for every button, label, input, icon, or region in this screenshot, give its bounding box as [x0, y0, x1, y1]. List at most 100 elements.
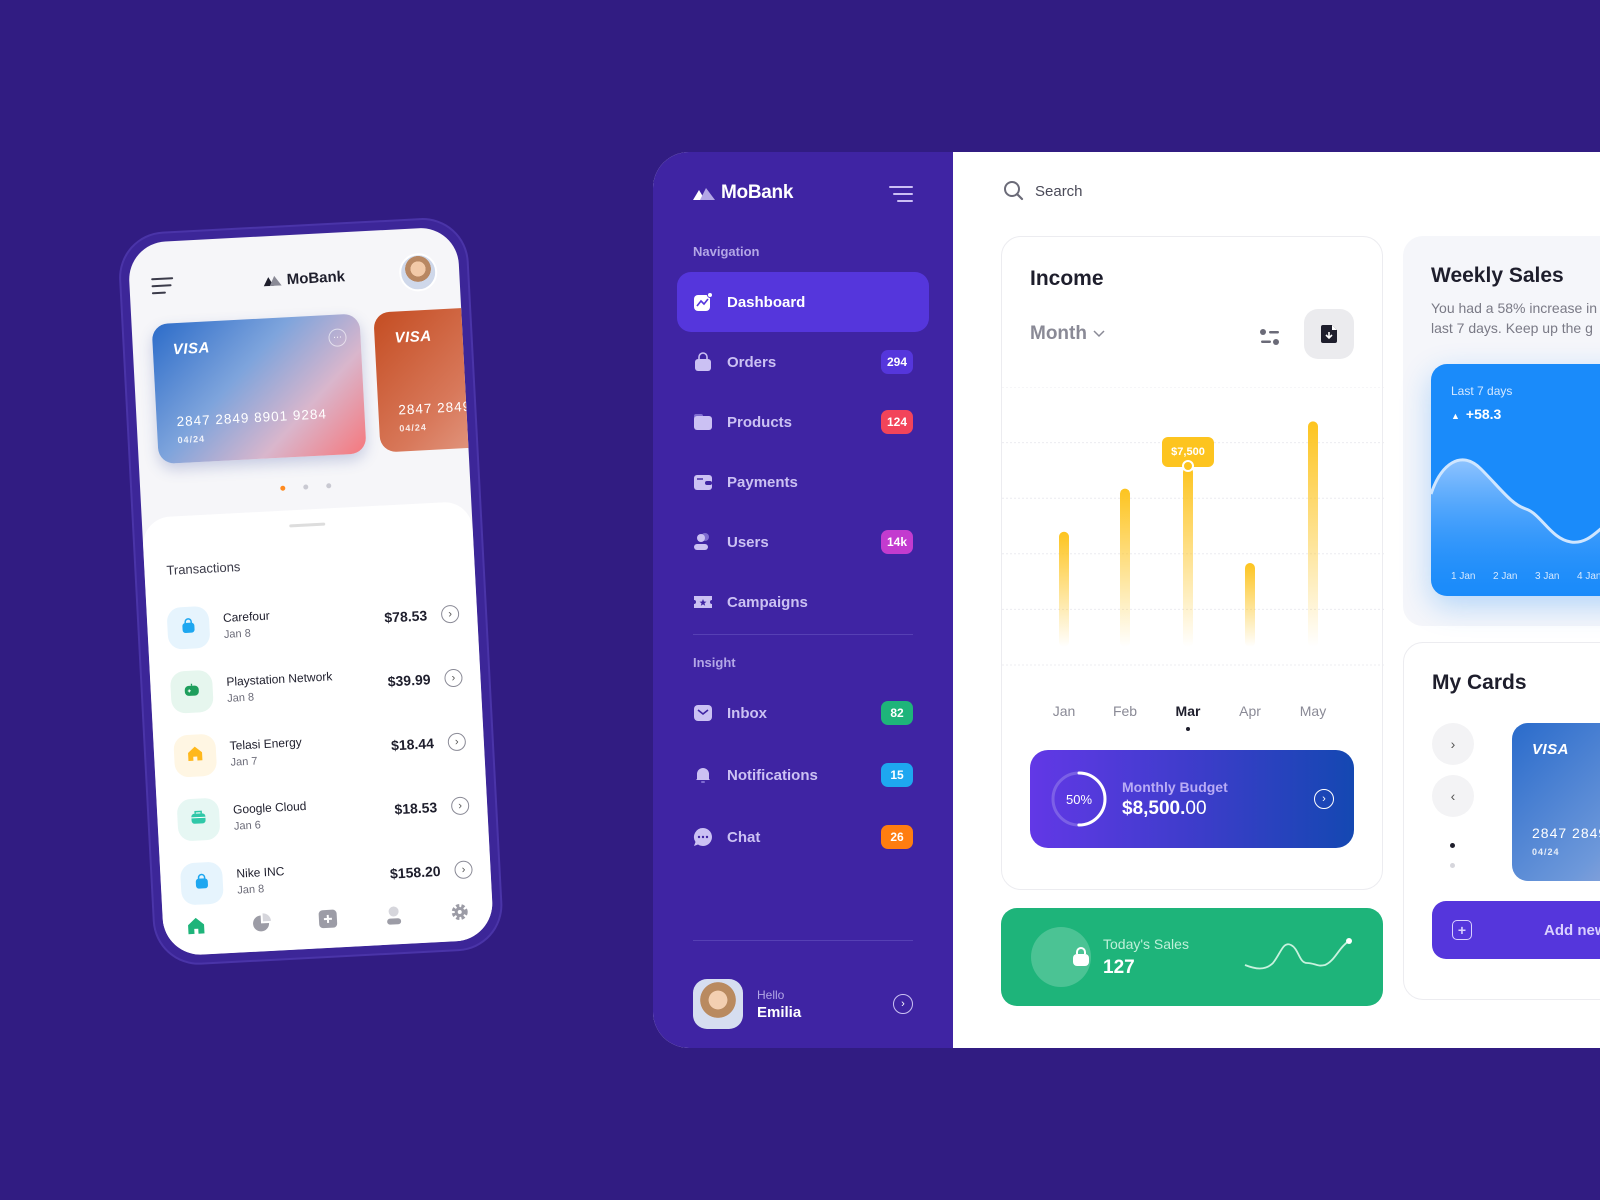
sidebar-item-products[interactable]: Products 124 — [677, 392, 929, 452]
chevron-right-icon[interactable]: › — [440, 604, 460, 624]
income-bar-may[interactable] — [1308, 421, 1318, 647]
sidebar-item-users[interactable]: Users 14k — [677, 512, 929, 572]
tab-home[interactable] — [185, 914, 208, 937]
search-input[interactable]: Search — [1035, 183, 1083, 200]
card-dot[interactable] — [1450, 863, 1455, 868]
day-label: 4 Jan — [1577, 571, 1600, 582]
wallet-icon — [693, 472, 713, 492]
chevron-left-icon: ‹ — [1450, 788, 1456, 804]
visa-logo: VISA — [172, 339, 211, 359]
home-icon — [187, 745, 204, 767]
plus-square-icon — [318, 909, 338, 929]
visa-logo: VISA — [1532, 741, 1570, 758]
month-label[interactable]: Apr — [1239, 703, 1261, 719]
sidebar-item-label: Orders — [727, 353, 777, 371]
budget-label: Monthly Budget — [1122, 778, 1228, 795]
transactions-title: Transactions — [166, 559, 241, 578]
mobile-app-mockup: MoBank VISA ··· 2847 2849 8901 9284 04/2… — [118, 217, 517, 975]
weekly-sales-title: Weekly Sales — [1431, 264, 1564, 287]
chevron-right-icon[interactable]: › — [1314, 789, 1334, 809]
chevron-right-icon: › — [1450, 736, 1456, 752]
briefcase-icon — [190, 809, 207, 831]
folder-icon — [693, 412, 713, 432]
sidebar-logo[interactable]: MoBank — [693, 182, 793, 204]
income-bar-apr[interactable] — [1245, 563, 1255, 647]
card-carousel[interactable]: VISA ··· 2847 2849 8901 9284 04/24 VISA … — [151, 303, 495, 474]
mobank-logo-icon — [264, 275, 283, 287]
count-badge: 15 — [881, 763, 913, 787]
chevron-right-icon[interactable]: › — [450, 796, 470, 816]
chart-period-label: Last 7 days — [1451, 384, 1513, 398]
add-new-card-button[interactable]: + Add new — [1432, 901, 1600, 959]
weekly-sales-card: Weekly Sales You had a 58% increase in la… — [1403, 236, 1600, 626]
bell-icon — [693, 765, 713, 785]
carousel-dot[interactable] — [302, 484, 308, 490]
brand-name: MoBank — [721, 182, 794, 203]
more-icon[interactable]: ··· — [328, 328, 347, 348]
income-bar-jan[interactable] — [1059, 531, 1069, 647]
transactions-sheet: Transactions Carefour Jan 8 $78.53 › Pla… — [141, 500, 495, 957]
carousel-dot[interactable] — [325, 483, 331, 489]
sidebar-item-payments[interactable]: Payments — [677, 452, 929, 512]
tab-settings[interactable] — [448, 900, 471, 923]
credit-card[interactable]: VISA 2847 2849 04/24 — [373, 303, 495, 453]
sidebar-item-label: Products — [727, 413, 793, 431]
prev-card-button[interactable]: ‹ — [1432, 775, 1474, 817]
credit-card[interactable]: VISA ··· 2847 2849 8901 9284 04/24 — [151, 313, 367, 465]
hamburger-menu-icon[interactable] — [151, 277, 174, 295]
phone-header: MoBank — [151, 251, 439, 306]
tab-profile[interactable] — [382, 904, 405, 927]
user-profile[interactable]: Hello Emilia › — [693, 978, 913, 1030]
card-dot[interactable] — [1450, 843, 1455, 848]
sidebar-item-dashboard[interactable]: Dashboard — [677, 272, 929, 332]
gear-icon — [451, 904, 468, 921]
sidebar-item-notifications[interactable]: Notifications 15 — [677, 744, 929, 806]
period-dropdown[interactable]: Month — [1030, 323, 1105, 345]
month-label[interactable]: May — [1300, 703, 1326, 719]
search-bar[interactable]: Search — [1003, 180, 1083, 202]
sidebar-item-label: Campaigns — [727, 593, 808, 611]
month-label[interactable]: Feb — [1113, 703, 1137, 719]
tab-analytics[interactable] — [250, 911, 273, 934]
divider — [693, 634, 913, 635]
transaction-amount: $18.53 — [394, 799, 438, 818]
month-label[interactable]: Jan — [1053, 703, 1076, 719]
bag-icon-wrap — [1031, 927, 1091, 987]
tab-add[interactable] — [316, 907, 339, 930]
visa-logo: VISA — [394, 327, 433, 347]
file-download-icon — [1321, 325, 1337, 343]
transaction-amount: $39.99 — [387, 671, 431, 690]
chat-icon — [693, 827, 713, 847]
sidebar-item-chat[interactable]: Chat 26 — [677, 806, 929, 868]
avatar[interactable] — [398, 252, 439, 293]
sidebar-item-orders[interactable]: Orders 294 — [677, 332, 929, 392]
sidebar-item-label: Inbox — [727, 704, 767, 722]
card-number: 2847 2849 — [397, 398, 472, 418]
next-card-button[interactable]: › — [1432, 723, 1474, 765]
chevron-right-icon[interactable]: › — [444, 668, 463, 688]
user-icon — [387, 906, 402, 925]
todays-sales-card[interactable]: Today's Sales 127 — [1001, 908, 1383, 1006]
monthly-budget-card[interactable]: 50% Monthly Budget $8,500.00 › — [1030, 750, 1354, 848]
month-label[interactable]: Mar — [1176, 703, 1201, 719]
menu-toggle-icon[interactable] — [889, 186, 913, 202]
sidebar-item-campaigns[interactable]: Campaigns — [677, 572, 929, 632]
chevron-right-icon[interactable]: › — [454, 860, 473, 880]
tooltip-label: $7,500 — [1171, 446, 1205, 458]
sidebar-item-inbox[interactable]: Inbox 82 — [677, 682, 929, 744]
phone-frame: MoBank VISA ··· 2847 2849 8901 9284 04/2… — [118, 217, 503, 965]
transaction-icon-wrap — [173, 733, 218, 778]
chevron-right-icon[interactable]: › — [893, 994, 913, 1014]
chevron-right-icon[interactable]: › — [447, 732, 467, 752]
carousel-dot[interactable] — [279, 485, 285, 491]
export-button[interactable] — [1304, 309, 1354, 359]
income-bar-mar[interactable] — [1183, 467, 1193, 647]
sidebar-item-label: Chat — [727, 828, 761, 846]
transactions-list: Carefour Jan 8 $78.53 › Playstation Netw… — [166, 582, 474, 917]
drag-handle[interactable] — [289, 522, 326, 528]
filter-button[interactable] — [1256, 323, 1284, 351]
income-bar-feb[interactable] — [1120, 488, 1130, 647]
credit-card[interactable]: VISA 2847 2849 04/24 — [1512, 723, 1600, 881]
chart-icon — [693, 292, 713, 312]
chevron-down-icon — [1093, 330, 1105, 338]
